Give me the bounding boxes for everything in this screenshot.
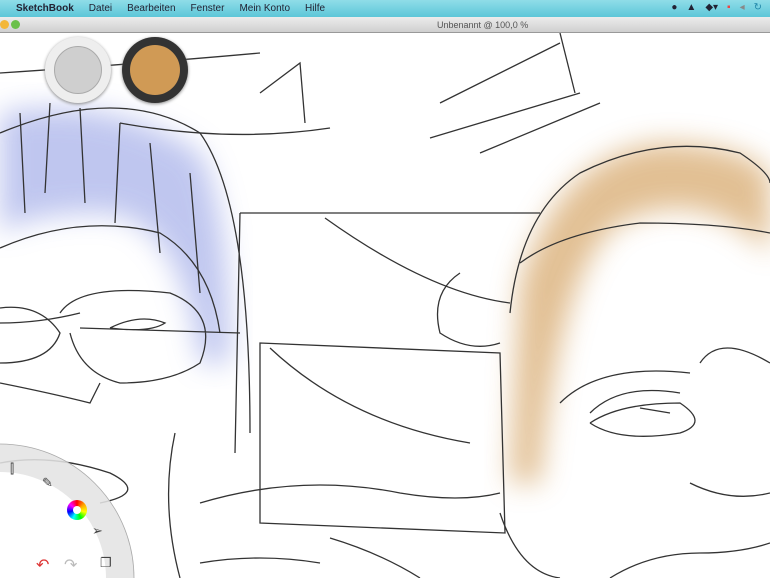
tray-hat-icon[interactable]: ▲	[686, 2, 696, 13]
sketch	[0, 33, 770, 578]
menu-bar: SketchBook Datei Bearbeiten Fenster Mein…	[0, 0, 770, 17]
select-icon[interactable]: ➢	[92, 523, 103, 539]
menu-app[interactable]: SketchBook	[16, 3, 74, 14]
tray-sync-icon[interactable]: ↻	[754, 2, 762, 13]
menu-datei[interactable]: Datei	[89, 3, 112, 14]
secondary-color-puck[interactable]	[45, 37, 111, 103]
color-wheel-icon[interactable]	[67, 500, 87, 520]
menu-hilfe[interactable]: Hilfe	[305, 3, 325, 14]
layers-icon[interactable]: ⫿	[10, 461, 14, 477]
brush-icon[interactable]: ✎	[42, 475, 53, 491]
window-titlebar: Unbenannt @ 100,0 %	[0, 17, 770, 33]
menu-fenster[interactable]: Fenster	[191, 3, 225, 14]
tray-volume-icon[interactable]: ◂	[740, 2, 745, 13]
drawing-canvas[interactable]: ⫿ ✎ ➢ ❐ ↶ ↷	[0, 33, 770, 578]
copy-icon[interactable]: ❐	[100, 555, 112, 571]
tray-app-icon[interactable]: ●	[671, 2, 677, 13]
menu-mein-konto[interactable]: Mein Konto	[239, 3, 290, 14]
tray-flag-icon[interactable]: ▪	[727, 2, 731, 13]
menu-bearbeiten[interactable]: Bearbeiten	[127, 3, 175, 14]
window-title: Unbenannt @ 100,0 %	[437, 20, 529, 30]
orange-hair-shading	[510, 143, 770, 483]
tray-wifi-icon[interactable]: ◆▾	[705, 2, 718, 13]
minimize-button[interactable]	[0, 20, 9, 29]
secondary-color-swatch	[54, 46, 102, 94]
primary-color-swatch	[130, 45, 180, 95]
undo-icon[interactable]: ↶	[36, 555, 49, 575]
redo-icon[interactable]: ↷	[64, 555, 77, 575]
zoom-button[interactable]	[11, 20, 20, 29]
primary-color-puck[interactable]	[122, 37, 188, 103]
